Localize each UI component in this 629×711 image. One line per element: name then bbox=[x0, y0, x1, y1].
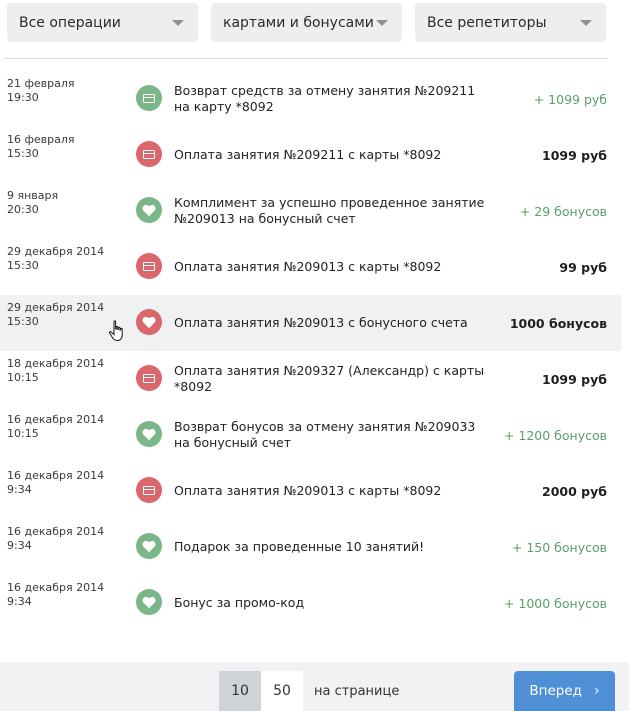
transaction-description: Бонус за промо-код bbox=[174, 595, 305, 610]
transaction-time: 9:34 bbox=[7, 483, 32, 496]
transaction-amount: 1000 бонусов bbox=[509, 315, 607, 331]
transaction-description: Оплата занятия №209327 (Александр) с кар… bbox=[174, 363, 485, 394]
card-icon bbox=[136, 477, 162, 503]
chevron-down-icon bbox=[580, 20, 592, 26]
transaction-description: Оплата занятия №209013 с карты *8092 bbox=[174, 259, 442, 274]
operations-filter-dropdown[interactable]: Все операции bbox=[7, 3, 198, 42]
transaction-date: 16 февраля bbox=[7, 133, 75, 146]
pagination-bar: 10 50 на странице Вперед › bbox=[0, 662, 629, 711]
transaction-row[interactable]: 29 декабря 2014 15:30 Оплата занятия №2090… bbox=[0, 239, 621, 295]
operations-filter-label: Все операции bbox=[19, 14, 121, 31]
transaction-date: 29 декабря 2014 bbox=[7, 301, 105, 314]
card-icon bbox=[136, 253, 162, 279]
transaction-datetime: 29 декабря 2014 15:30 bbox=[7, 245, 104, 273]
transaction-time: 15:30 bbox=[7, 315, 39, 328]
card-icon bbox=[136, 141, 162, 167]
transaction-time: 20:30 bbox=[7, 203, 39, 216]
payment-type-filter-dropdown[interactable]: картами и бонусами bbox=[211, 3, 402, 42]
transaction-description: Оплата занятия №209013 с карты *8092 bbox=[174, 483, 442, 498]
transaction-datetime: 21 февраля 19:30 bbox=[7, 77, 75, 105]
transaction-row[interactable]: 21 февраля 19:30 Возврат средств за отмену… bbox=[0, 71, 621, 127]
transaction-description: Оплата занятия №209013 с бонусного счета bbox=[174, 315, 468, 330]
transaction-datetime: 18 декабря 2014 10:15 bbox=[7, 357, 104, 385]
heart-icon bbox=[136, 309, 162, 335]
transaction-amount: + 150 бонусов bbox=[511, 539, 607, 555]
transaction-time: 9:34 bbox=[7, 595, 32, 608]
transaction-row[interactable]: 16 декабря 2014 9:34 Подарок за проведенны… bbox=[0, 519, 621, 575]
transaction-amount: 1099 руб bbox=[542, 371, 607, 387]
next-page-label: Вперед bbox=[529, 683, 582, 699]
transaction-amount: 99 руб bbox=[559, 259, 607, 275]
transaction-description: Возврат бонусов за отмену занятия №20903… bbox=[174, 419, 476, 450]
card-icon bbox=[136, 85, 162, 111]
heart-icon bbox=[136, 197, 162, 223]
hand-cursor-icon bbox=[109, 320, 123, 342]
transaction-description: Оплата занятия №209211 с карты *8092 bbox=[174, 147, 442, 162]
tutors-filter-label: Все репетиторы bbox=[427, 14, 547, 31]
transaction-datetime: 9 января 20:30 bbox=[7, 189, 58, 217]
transaction-date: 18 декабря 2014 bbox=[7, 357, 105, 370]
transaction-row[interactable]: 9 января 20:30 Комплимент за успешно прове… bbox=[0, 183, 621, 239]
transaction-time: 10:15 bbox=[7, 427, 39, 440]
transaction-amount: 1099 руб bbox=[542, 147, 607, 163]
page-size-10-button[interactable]: 10 bbox=[219, 671, 261, 711]
transaction-amount: + 1099 руб bbox=[533, 91, 607, 107]
transaction-description: Комплимент за успешно проведенное заняти… bbox=[174, 195, 485, 226]
transaction-date: 16 декабря 2014 bbox=[7, 469, 105, 482]
transaction-datetime: 29 декабря 2014 15:30 bbox=[7, 301, 104, 329]
transaction-row[interactable]: 16 декабря 2014 10:15 Возврат бонусов за о… bbox=[0, 407, 621, 463]
chevron-right-icon: › bbox=[594, 683, 600, 699]
filter-bar: Все операции картами и бонусами Все репе… bbox=[0, 3, 629, 45]
transaction-row[interactable]: 18 декабря 2014 10:15 Оплата занятия №2093… bbox=[0, 351, 621, 407]
transaction-amount: + 29 бонусов bbox=[519, 203, 607, 219]
transaction-datetime: 16 декабря 2014 10:15 bbox=[7, 413, 104, 441]
page-size-50-button[interactable]: 50 bbox=[261, 671, 303, 711]
transaction-amount: + 1200 бонусов bbox=[503, 427, 607, 443]
heart-icon bbox=[136, 533, 162, 559]
transaction-time: 15:30 bbox=[7, 259, 39, 272]
card-icon bbox=[136, 365, 162, 391]
transaction-time: 9:34 bbox=[7, 539, 32, 552]
transaction-date: 16 декабря 2014 bbox=[7, 413, 105, 426]
transaction-date: 9 января bbox=[7, 189, 59, 202]
heart-icon bbox=[136, 421, 162, 447]
per-page-label: на странице bbox=[314, 683, 400, 699]
transaction-description: Подарок за проведенные 10 занятий! bbox=[174, 539, 425, 554]
transaction-row[interactable]: 16 февраля 15:30 Оплата занятия №209211 с … bbox=[0, 127, 621, 183]
transaction-date: 16 декабря 2014 bbox=[7, 581, 105, 594]
transaction-date: 29 декабря 2014 bbox=[7, 245, 105, 258]
transaction-row[interactable]: 16 декабря 2014 9:34 Оплата занятия №20901… bbox=[0, 463, 621, 519]
transaction-date: 16 декабря 2014 bbox=[7, 525, 105, 538]
transaction-datetime: 16 декабря 2014 9:34 bbox=[7, 469, 104, 497]
heart-icon bbox=[136, 589, 162, 615]
transaction-time: 10:15 bbox=[7, 371, 39, 384]
chevron-down-icon bbox=[376, 20, 388, 26]
transaction-datetime: 16 февраля 15:30 bbox=[7, 133, 75, 161]
chevron-down-icon bbox=[172, 20, 184, 26]
transaction-row[interactable]: 29 декабря 2014 15:30 Оплата занятия №2090… bbox=[0, 295, 621, 351]
transaction-description: Возврат средств за отмену занятия №20921… bbox=[174, 83, 476, 114]
transaction-time: 19:30 bbox=[7, 91, 39, 104]
tutors-filter-dropdown[interactable]: Все репетиторы bbox=[415, 3, 606, 42]
transaction-datetime: 16 декабря 2014 9:34 bbox=[7, 525, 104, 553]
transaction-datetime: 16 декабря 2014 9:34 bbox=[7, 581, 104, 609]
divider bbox=[4, 58, 608, 59]
transaction-date: 21 февраля bbox=[7, 77, 75, 90]
transaction-time: 15:30 bbox=[7, 147, 39, 160]
payment-type-filter-label: картами и бонусами bbox=[223, 14, 374, 31]
transaction-amount: + 1000 бонусов bbox=[503, 595, 607, 611]
transaction-amount: 2000 руб bbox=[542, 483, 607, 499]
transaction-row[interactable]: 16 декабря 2014 9:34 Бонус за промо-код + 1… bbox=[0, 575, 621, 631]
next-page-button[interactable]: Вперед › bbox=[514, 671, 615, 711]
